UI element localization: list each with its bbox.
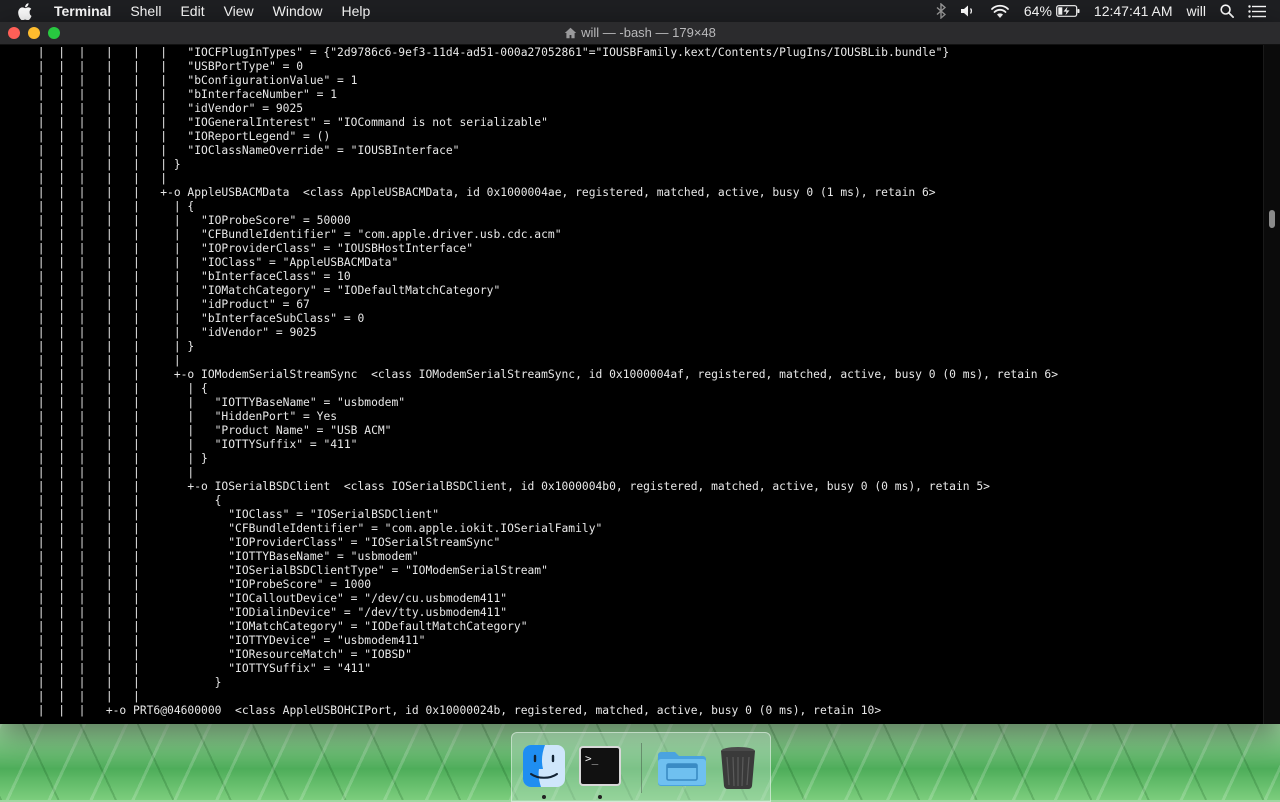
apple-menu-icon[interactable] — [18, 2, 36, 20]
menu-app-name[interactable]: Terminal — [54, 0, 111, 22]
window-titlebar[interactable]: will — -bash — 179×48 — [0, 22, 1280, 45]
menu-help[interactable]: Help — [341, 0, 370, 22]
wifi-icon[interactable] — [990, 4, 1010, 19]
window-title: will — -bash — 179×48 — [581, 25, 716, 40]
menu-bar: Terminal Shell Edit View Window Help 64%… — [0, 0, 1280, 22]
menu-view[interactable]: View — [224, 0, 254, 22]
folder-icon[interactable] — [656, 743, 706, 791]
finder-running-indicator — [542, 795, 546, 799]
clock[interactable]: 12:47:41 AM — [1094, 3, 1173, 19]
battery-icon[interactable] — [1056, 5, 1080, 17]
menu-shell[interactable]: Shell — [130, 0, 161, 22]
finder-icon[interactable] — [520, 743, 568, 791]
terminal-icon[interactable]: >_ — [576, 743, 624, 791]
menu-window[interactable]: Window — [273, 0, 323, 22]
terminal-running-indicator — [598, 795, 602, 799]
volume-icon[interactable] — [960, 4, 976, 18]
dock: >_ — [511, 732, 771, 802]
battery-percent[interactable]: 64% — [1024, 3, 1052, 19]
terminal-window: will — -bash — 179×48 | | | | | | "IOCFP… — [0, 22, 1280, 724]
spotlight-icon[interactable] — [1220, 4, 1234, 18]
scrollbar-thumb[interactable] — [1269, 210, 1275, 228]
trash-icon[interactable] — [714, 743, 762, 791]
terminal-text: | | | | | | "IOCFPlugInTypes" = {"2d9786… — [37, 46, 1058, 717]
dock-separator — [641, 743, 642, 793]
terminal-prompt-glyph: >_ — [585, 752, 599, 765]
bluetooth-icon[interactable] — [936, 3, 946, 19]
notification-center-icon[interactable] — [1248, 4, 1266, 18]
vertical-scrollbar[interactable] — [1263, 45, 1280, 724]
menu-edit[interactable]: Edit — [180, 0, 204, 22]
user-name[interactable]: will — [1187, 3, 1206, 19]
terminal-output[interactable]: | | | | | | "IOCFPlugInTypes" = {"2d9786… — [0, 45, 1264, 724]
home-folder-icon — [564, 24, 577, 46]
